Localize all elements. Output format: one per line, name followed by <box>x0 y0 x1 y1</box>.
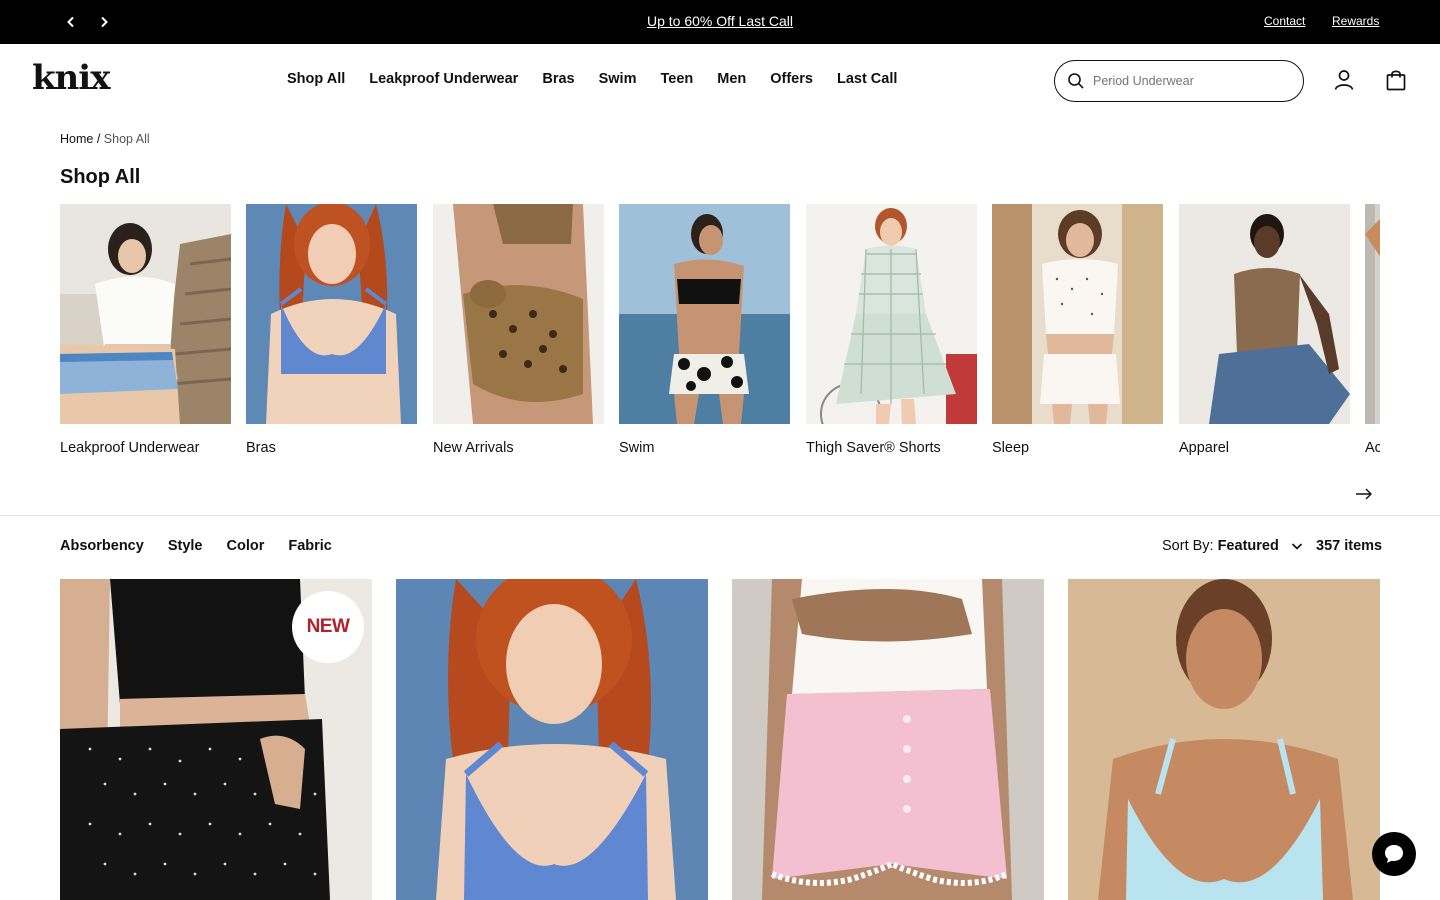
site-header: knix Shop All Leakproof Underwear Bras S… <box>0 44 1440 116</box>
category-label: Bras <box>246 440 276 456</box>
breadcrumb-current: Shop All <box>103 132 150 146</box>
announcement-bar: Up to 60% Off Last Call Contact Rewards <box>0 0 1440 44</box>
category-image <box>433 204 604 424</box>
category-card-new-arrivals[interactable]: New Arrivals <box>433 204 604 456</box>
chat-icon <box>1385 845 1403 863</box>
product-card[interactable]: NEW <box>60 579 372 900</box>
rewards-link[interactable]: Rewards <box>1332 14 1379 28</box>
search-box[interactable] <box>1054 60 1304 102</box>
filter-fabric[interactable]: Fabric <box>288 538 332 554</box>
chevron-down-icon <box>1291 543 1302 550</box>
promo-banner: Up to 60% Off Last Call <box>0 13 1440 29</box>
filter-color[interactable]: Color <box>226 538 264 554</box>
category-card-accessories[interactable]: Ac <box>1365 204 1380 456</box>
product-card[interactable] <box>1068 579 1380 900</box>
category-image <box>60 204 231 424</box>
nav-item-swim[interactable]: Swim <box>599 71 637 87</box>
category-label: Apparel <box>1179 440 1229 456</box>
nav-item-last-call[interactable]: Last Call <box>837 71 897 87</box>
category-image <box>1365 204 1380 424</box>
category-card-thigh-saver-shorts[interactable]: Thigh Saver® Shorts <box>806 204 977 456</box>
category-label: New Arrivals <box>433 440 514 456</box>
knix-logo[interactable]: knix <box>32 58 110 98</box>
contact-link[interactable]: Contact <box>1264 14 1305 28</box>
category-image <box>992 204 1163 424</box>
category-label: Sleep <box>992 440 1030 456</box>
section-divider <box>0 515 1440 516</box>
category-card-leakproof-underwear[interactable]: Leakproof Underwear <box>60 204 231 456</box>
nav-item-bras[interactable]: Bras <box>542 71 574 87</box>
category-image <box>246 204 417 424</box>
bag-icon[interactable] <box>1384 68 1408 92</box>
category-label: Swim <box>619 440 655 456</box>
search-icon <box>1068 73 1084 89</box>
category-carousel: Leakproof Underwear Bras New Arrivals Sw… <box>60 204 1380 464</box>
nav-item-men[interactable]: Men <box>717 71 746 87</box>
chat-button[interactable] <box>1372 832 1416 876</box>
search-input[interactable] <box>1093 74 1273 88</box>
product-image <box>396 579 708 900</box>
category-label: Thigh Saver® Shorts <box>806 440 941 456</box>
filter-bar: Absorbency Style Color Fabric <box>60 538 332 554</box>
account-icon[interactable] <box>1332 68 1356 92</box>
nav-item-teen[interactable]: Teen <box>660 71 693 87</box>
sort-dropdown[interactable]: Sort By: Featured <box>1162 538 1303 554</box>
item-count: 357 items <box>1316 538 1383 554</box>
filter-absorbency[interactable]: Absorbency <box>60 538 144 554</box>
breadcrumb: Home / Shop All <box>60 132 150 146</box>
category-label: Leakproof Underwear <box>60 440 200 456</box>
category-label: Ac <box>1365 440 1380 456</box>
product-image <box>1068 579 1380 900</box>
promo-link[interactable]: Up to 60% Off Last Call <box>647 13 793 29</box>
category-card-swim[interactable]: Swim <box>619 204 790 456</box>
category-image <box>1179 204 1350 424</box>
product-card[interactable] <box>396 579 708 900</box>
breadcrumb-separator: / <box>96 132 101 146</box>
product-image <box>732 579 1044 900</box>
filter-style[interactable]: Style <box>168 538 203 554</box>
product-card[interactable] <box>732 579 1044 900</box>
category-image <box>806 204 977 424</box>
new-badge: NEW <box>292 591 364 663</box>
nav-item-offers[interactable]: Offers <box>770 71 813 87</box>
main-nav: Shop All Leakproof Underwear Bras Swim T… <box>287 71 897 87</box>
arrow-right-icon[interactable] <box>1354 484 1374 504</box>
category-image <box>619 204 790 424</box>
nav-item-shop-all[interactable]: Shop All <box>287 71 345 87</box>
breadcrumb-home[interactable]: Home <box>60 132 93 146</box>
nav-item-leakproof-underwear[interactable]: Leakproof Underwear <box>369 71 518 87</box>
sort-label: Sort By: <box>1162 538 1214 554</box>
category-card-bras[interactable]: Bras <box>246 204 417 456</box>
page-title: Shop All <box>60 166 141 188</box>
category-card-apparel[interactable]: Apparel <box>1179 204 1350 456</box>
category-card-sleep[interactable]: Sleep <box>992 204 1163 456</box>
sort-value: Featured <box>1217 538 1279 554</box>
